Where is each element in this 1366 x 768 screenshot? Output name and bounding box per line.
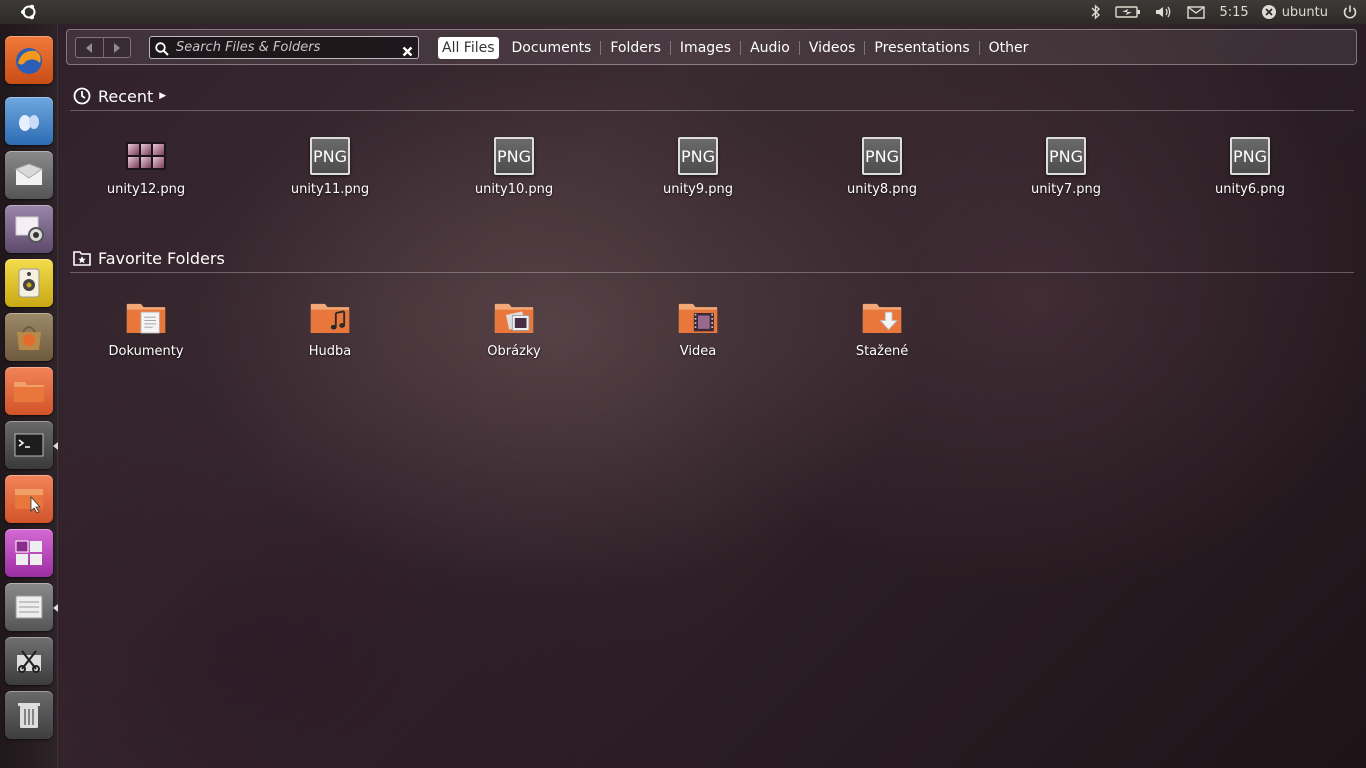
recent-file[interactable]: PNG unity10.png [439,136,589,206]
recent-file[interactable]: PNG unity8.png [807,136,957,206]
recent-file[interactable]: PNG unity9.png [623,136,773,206]
expand-arrow-icon[interactable]: ▶ [159,91,166,101]
history-nav [75,37,131,58]
running-indicator [53,442,58,450]
username: ubuntu [1281,4,1328,20]
png-file-icon: PNG [678,136,718,176]
clock-icon [73,87,91,105]
section-divider [70,272,1354,273]
file-name: unity8.png [846,182,918,197]
music-folder-icon [310,298,350,338]
png-file-icon: PNG [494,136,534,176]
folder-name: Dokumenty [108,344,184,359]
favorite-folder[interactable]: Dokumenty [71,298,221,368]
file-name: unity11.png [290,182,370,197]
filter-audio[interactable]: Audio [746,37,794,59]
favorite-folder[interactable]: Videa [623,298,773,368]
power-icon[interactable] [1342,0,1358,24]
folder-name: Hudba [308,344,352,359]
png-file-icon: PNG [1046,136,1086,176]
file-name: unity7.png [1030,182,1102,197]
divider [503,41,504,55]
divider [669,41,671,55]
trash-icon[interactable] [5,691,53,739]
filter-all-files[interactable]: All Files [438,37,499,59]
filter-images[interactable]: Images [676,37,735,59]
dash-home-icon[interactable] [5,36,53,84]
back-button[interactable] [76,38,103,57]
user-menu[interactable]: ubuntu [1261,0,1328,24]
videos-folder-icon [678,298,718,338]
top-panel: 5:15 ubuntu [0,0,1366,24]
photo-viewer-icon[interactable] [5,205,53,253]
screenshot-tool-icon[interactable] [5,637,53,685]
recent-file[interactable]: PNG unity11.png [255,136,405,206]
section-divider [70,110,1354,111]
png-file-icon: PNG [862,136,902,176]
dash-toolbar: All Files Documents Folders Images Audio… [66,29,1357,65]
user-status-icon [1261,4,1277,20]
folder-name: Stažené [855,344,909,359]
favorites-header: Favorite Folders [73,247,225,269]
mail-icon[interactable] [1187,0,1206,24]
battery-icon[interactable] [1115,0,1141,24]
file-manager-icon[interactable] [5,583,53,631]
empathy-icon[interactable] [5,97,53,145]
downloads-folder-icon [862,298,902,338]
folder-name: Obrázky [487,344,541,359]
forward-button[interactable] [102,38,131,57]
filter-bar: All Files Documents Folders Images Audio… [438,37,1032,59]
clock[interactable]: 5:15 [1219,0,1248,24]
divider [798,41,800,55]
png-file-icon: PNG [1230,136,1270,176]
clear-search-icon[interactable] [402,42,413,61]
divider [740,41,742,55]
image-thumbnail-icon [126,136,166,176]
workspace-switcher-icon[interactable] [5,529,53,577]
file-name: unity6.png [1214,182,1286,197]
filter-documents[interactable]: Documents [508,37,596,59]
file-name: unity9.png [662,182,734,197]
volume-icon[interactable] [1155,0,1173,24]
favorite-folder-icon [73,250,91,266]
running-indicator [53,604,58,612]
mail-client-icon[interactable] [5,151,53,199]
search-icon [155,41,169,60]
launcher [0,24,58,768]
bluetooth-icon[interactable] [1091,0,1101,24]
search-box[interactable] [149,36,419,59]
recent-title: Recent [98,86,154,106]
documents-folder-icon [126,298,166,338]
file-name: unity12.png [106,182,186,197]
favorite-folder[interactable]: Obrázky [439,298,589,368]
folder-app-icon[interactable] [5,475,53,523]
favorite-folder[interactable]: Hudba [255,298,405,368]
file-name: unity10.png [474,182,554,197]
divider [864,41,866,55]
software-center-icon[interactable] [5,313,53,361]
terminal-icon[interactable] [5,421,53,469]
search-input[interactable] [176,38,396,57]
filter-videos[interactable]: Videos [805,37,860,59]
speaker-icon[interactable] [5,259,53,307]
recent-file[interactable]: PNG unity7.png [991,136,1141,206]
filter-presentations[interactable]: Presentations [870,37,973,59]
favorites-title: Favorite Folders [98,248,225,268]
favorite-folder[interactable]: Stažené [807,298,957,368]
recent-header[interactable]: Recent ▶ [73,85,166,107]
filter-folders[interactable]: Folders [606,37,665,59]
ubuntu-logo-icon[interactable] [0,0,58,24]
divider [600,41,602,55]
recent-file[interactable]: PNG unity6.png [1175,136,1325,206]
filter-other[interactable]: Other [985,37,1033,59]
indicator-area: 5:15 ubuntu [1077,0,1366,24]
folder-name: Videa [679,344,717,359]
pictures-folder-icon [494,298,534,338]
divider [978,41,980,55]
png-file-icon: PNG [310,136,350,176]
files-icon[interactable] [5,367,53,415]
recent-file[interactable]: unity12.png [71,136,221,206]
